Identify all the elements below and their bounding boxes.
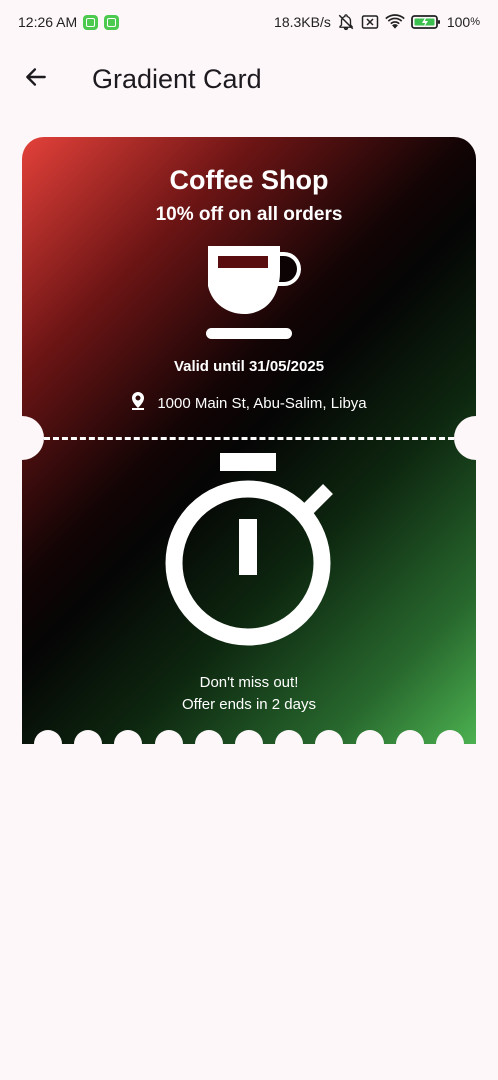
scallop xyxy=(275,730,304,744)
battery-level: 100 xyxy=(446,14,471,30)
scallop xyxy=(234,730,263,744)
status-bar: 12:26 AM 18.3KB/s 100% xyxy=(0,0,498,44)
wifi-icon xyxy=(385,14,405,30)
bell-off-icon xyxy=(337,13,355,31)
status-bar-right: 18.3KB/s 100% xyxy=(274,13,480,31)
scallop xyxy=(395,730,424,744)
ticket-notch-left xyxy=(22,416,44,460)
shop-name: Coffee Shop xyxy=(169,165,329,195)
app-notification-icon xyxy=(83,14,99,30)
scallop xyxy=(154,730,183,744)
arrow-left-icon xyxy=(23,64,49,95)
battery-charging-icon xyxy=(410,14,441,30)
address-row: 1000 Main St, Abu-Salim, Libya xyxy=(22,392,476,414)
back-button[interactable] xyxy=(12,55,60,103)
battery-percent-sign: % xyxy=(470,16,480,28)
valid-until-text: Valid until 31/05/2025 xyxy=(173,358,325,375)
perforation-divider xyxy=(44,437,454,440)
page-title: Gradient Card xyxy=(92,63,262,94)
stopwatch-icon xyxy=(162,451,334,656)
scalloped-edge xyxy=(22,730,476,744)
cta-line-2: Offer ends in 2 days xyxy=(182,696,316,713)
coupon-card[interactable]: Coffee Shop 10% off on all orders Valid … xyxy=(22,137,476,744)
scallop xyxy=(34,730,62,744)
ticket-notch-right xyxy=(454,416,476,460)
app-notification-icon xyxy=(104,14,120,30)
scallop xyxy=(114,730,143,744)
scallop xyxy=(315,730,344,744)
scallop xyxy=(74,730,103,744)
offer-text: 10% off on all orders xyxy=(155,204,343,225)
coffee-cup-icon xyxy=(206,244,302,345)
scallop xyxy=(435,730,464,744)
location-pin-icon xyxy=(131,392,145,414)
status-time: 12:26 AM xyxy=(18,14,78,30)
sim-x-icon xyxy=(361,14,379,30)
scallop xyxy=(355,730,384,744)
address-text: 1000 Main St, Abu-Salim, Libya xyxy=(157,394,367,412)
app-bar: Gradient Card xyxy=(0,50,498,108)
status-bar-left: 12:26 AM xyxy=(18,14,120,30)
network-speed: 18.3KB/s xyxy=(274,14,331,30)
scallop xyxy=(194,730,223,744)
cta-line-1: Don't miss out! xyxy=(199,674,299,691)
